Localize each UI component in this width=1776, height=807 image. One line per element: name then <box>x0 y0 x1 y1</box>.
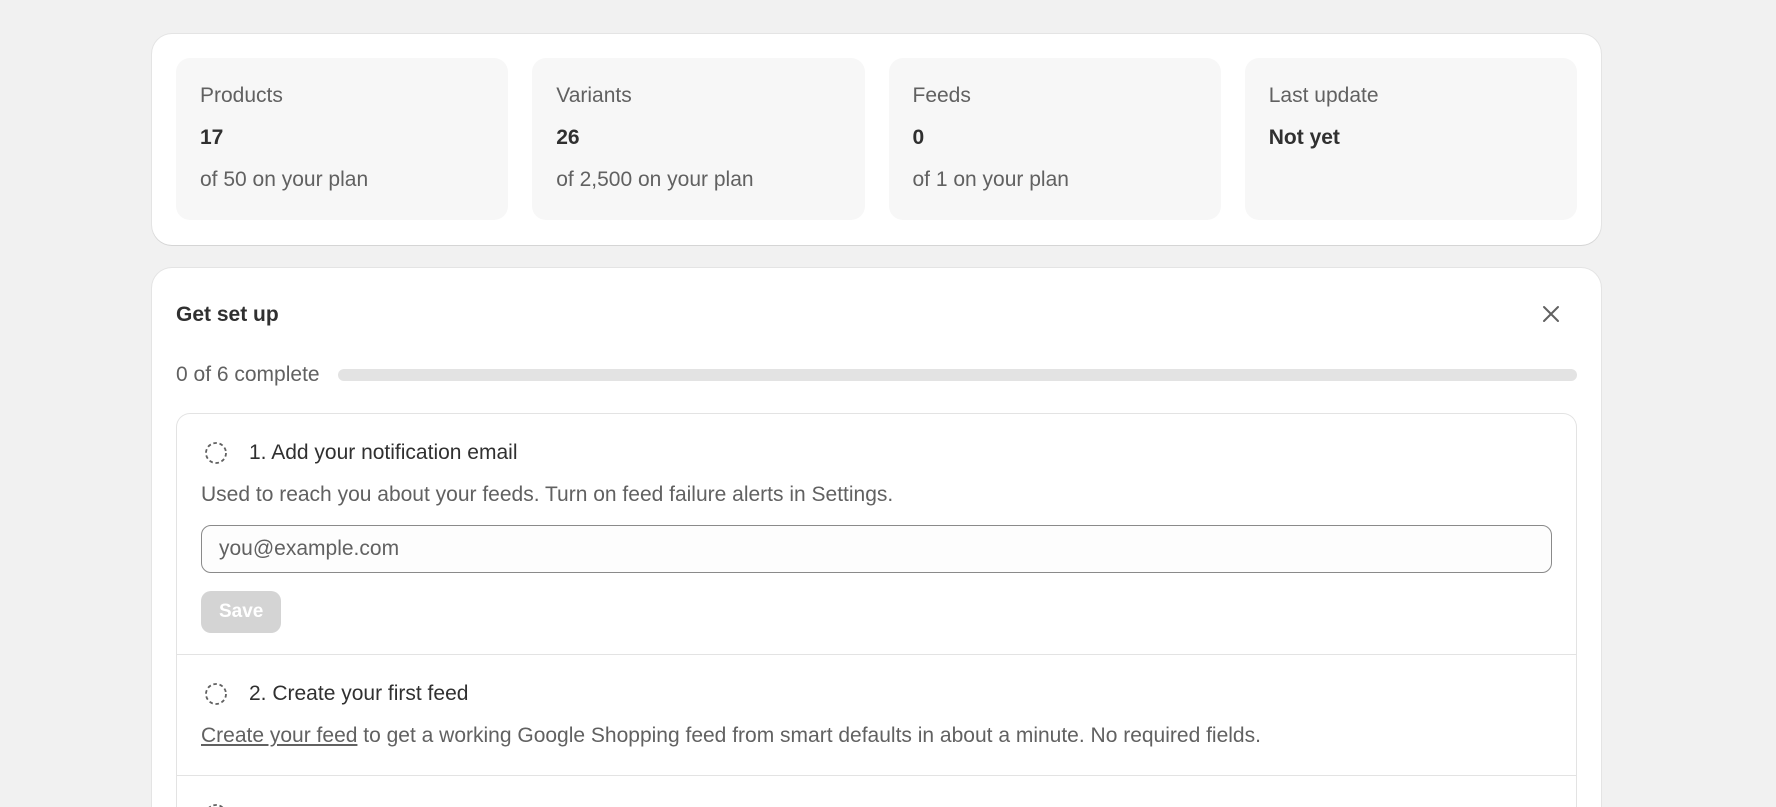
stat-label: Last update <box>1268 84 1379 107</box>
step-header <box>201 776 1552 807</box>
dashed-circle-icon[interactable] <box>203 440 229 466</box>
stat-tile-last-update: Last update Not yet <box>1244 58 1577 220</box>
app-page: Products 17 of 50 on your plan Variants … <box>0 0 1776 807</box>
setup-steps: 1. Add your notification email Used to r… <box>176 413 1577 807</box>
step-title[interactable]: 2. Create your first feed <box>249 682 468 706</box>
setup-step-next <box>177 776 1576 807</box>
save-button[interactable]: Save <box>201 591 282 633</box>
setup-card: Get set up 0 of 6 complete 1. Add your n… <box>152 268 1601 807</box>
setup-title: Get set up <box>176 303 279 326</box>
notification-email-input[interactable] <box>201 525 1552 573</box>
stat-sub: of 50 on your plan <box>200 168 369 191</box>
progress-text: 0 of 6 complete <box>176 363 320 386</box>
step-header: 1. Add your notification email <box>201 414 1552 468</box>
stat-tile-products: Products 17 of 50 on your plan <box>176 58 509 220</box>
step-description-text: to get a working Google Shopping feed fr… <box>357 724 1261 747</box>
step-title[interactable]: 1. Add your notification email <box>249 441 518 465</box>
stat-label: Variants <box>556 84 632 107</box>
stat-value: 26 <box>556 126 580 149</box>
create-feed-link[interactable]: Create your feed <box>201 724 357 747</box>
stat-value: Not yet <box>1268 126 1340 149</box>
dashed-circle-icon[interactable] <box>203 681 229 707</box>
close-button[interactable] <box>1533 296 1569 332</box>
setup-step-email: 1. Add your notification email Used to r… <box>177 414 1576 655</box>
stat-value: 0 <box>912 126 925 149</box>
stat-tile-feeds: Feeds 0 of 1 on your plan <box>888 58 1221 220</box>
step-description: Used to reach you about your feeds. Turn… <box>201 483 894 506</box>
stat-tile-variants: Variants 26 of 2,500 on your plan <box>532 58 865 220</box>
stat-label: Feeds <box>912 84 971 107</box>
close-icon <box>1543 306 1559 322</box>
stat-sub: of 2,500 on your plan <box>556 168 754 191</box>
dashed-circle-icon[interactable] <box>203 802 229 807</box>
stat-value: 17 <box>200 126 224 149</box>
stat-sub <box>1269 168 1553 198</box>
stat-label: Products <box>200 84 283 107</box>
step-header: 2. Create your first feed <box>201 655 1552 709</box>
progress-bar <box>337 369 1577 381</box>
stat-sub: of 1 on your plan <box>912 168 1069 191</box>
progress-row: 0 of 6 complete <box>176 360 1577 390</box>
setup-step-create-feed: 2. Create your first feed Create your fe… <box>177 655 1576 776</box>
setup-header: Get set up <box>176 300 1577 330</box>
step-description: Create your feed to get a working Google… <box>201 721 1552 751</box>
stats-card: Products 17 of 50 on your plan Variants … <box>152 34 1601 245</box>
